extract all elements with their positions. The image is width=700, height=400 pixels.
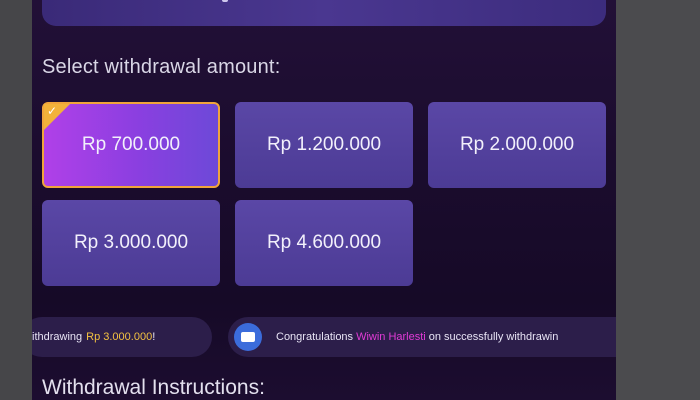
amount-label: Rp 3.000.000 — [73, 232, 189, 253]
amount-option-2000000[interactable]: Rp 2.000.000 — [428, 102, 606, 188]
right-backdrop — [616, 0, 700, 400]
ticker-username: Wiwin Harlesti — [356, 331, 426, 343]
left-backdrop — [0, 0, 32, 400]
amount-option-4600000[interactable]: Rp 4.600.000 — [235, 200, 413, 286]
withdrawal-instructions-heading: Withdrawal Instructions: — [42, 376, 265, 399]
ticker-suffix: ! — [152, 331, 156, 343]
withdrawal-ticker-right: Congratulations Wiwin Harlesti on succes… — [228, 317, 616, 357]
ticker-suffix: on successfully withdrawin — [428, 331, 559, 343]
amount-option-700000[interactable]: ✓ Rp 700.000 — [42, 102, 220, 188]
checkmark-icon: ✓ — [47, 104, 58, 118]
megaphone-icon — [234, 323, 262, 351]
ticker-text: ithdrawing — [32, 331, 83, 343]
amount-label: Rp 4.600.000 — [266, 232, 382, 253]
amount-label: Rp 1.200.000 — [266, 134, 382, 155]
amount-label: Rp 700.000 — [81, 134, 181, 155]
ticker-amount: Rp 3.000.000 — [86, 331, 153, 343]
amount-option-1200000[interactable]: Rp 1.200.000 — [235, 102, 413, 188]
top-banner-card — [42, 0, 606, 26]
ticker-text: Congratulations — [276, 331, 354, 343]
amount-option-3000000[interactable]: Rp 3.000.000 — [42, 200, 220, 286]
withdraw-screen: Select withdrawal amount: ✓ Rp 700.000 R… — [32, 0, 616, 400]
amount-label: Rp 2.000.000 — [459, 134, 575, 155]
select-amount-label: Select withdrawal amount: — [42, 56, 281, 78]
banner-glyph — [222, 0, 228, 2]
withdrawal-ticker-left: ithdrawing Rp 3.000.000 ! — [32, 317, 212, 357]
